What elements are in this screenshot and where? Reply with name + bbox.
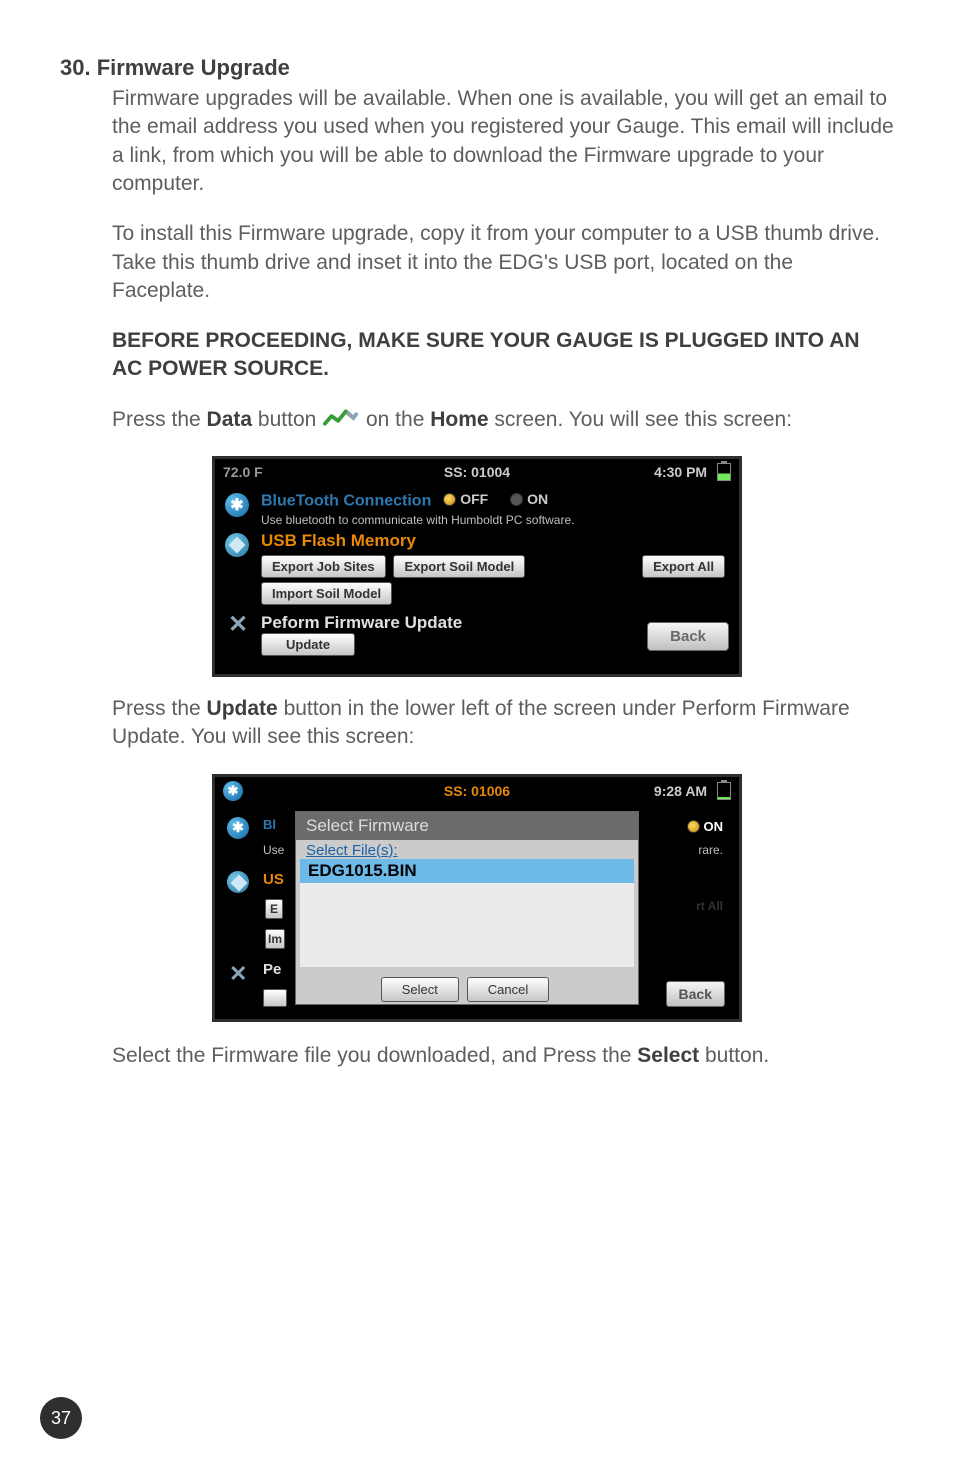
bluetooth-hint: Use bluetooth to communicate with Humbol… [261,513,729,527]
bluetooth-row: ✱ BlueTooth Connection OFF ON Use blueto… [225,491,729,527]
file-list-empty [300,883,634,967]
off-label: OFF [460,491,488,507]
close-x-icon: ✕ [225,615,251,637]
dialog-title: Select Firmware [296,812,638,840]
radio-on-icon [443,493,456,506]
status-temp: 72.0 F [223,464,392,480]
text: Select the Firmware file you downloaded,… [112,1044,637,1067]
radio-off-icon [510,493,523,506]
device-screenshot-1: 72.0 F SS: 01004 4:30 PM ✱ BlueTooth Con… [212,456,742,677]
status-time-wrap-2: 9:28 AM [562,782,731,800]
bg-on-toggle: ON [687,819,724,834]
text: on the [366,408,430,431]
export-all-button[interactable]: Export All [642,555,725,578]
screen-body: ✱ BlueTooth Connection OFF ON Use blueto… [215,485,739,674]
status-ss: SS: 01004 [392,464,561,480]
bg-bluetooth-icon: ✱ [227,817,249,839]
bg-small-button [263,989,287,1007]
text: screen. You will see this screen: [489,408,793,431]
text: Press the [112,408,207,431]
status-time: 4:30 PM [654,464,707,480]
bg-bl: Bl [263,817,276,832]
data-chart-icon [322,404,360,432]
bold-update: Update [207,697,278,720]
battery-icon [717,463,731,481]
export-soil-model-button[interactable]: Export Soil Model [393,555,525,578]
bluetooth-icon: ✱ [225,493,251,517]
device-screenshot-2: ✱ SS: 01006 9:28 AM ✱ Bl ON Use rare. US… [212,774,742,1022]
import-soil-model-button[interactable]: Import Soil Model [261,582,392,605]
paragraph-1: Firmware upgrades will be available. Whe… [112,85,894,198]
warning-line: BEFORE PROCEEDING, MAKE SURE YOUR GAUGE … [112,327,894,382]
bg-pe: Pe [263,961,281,978]
select-button[interactable]: Select [381,977,459,1002]
status-bar: 72.0 F SS: 01004 4:30 PM [215,459,739,485]
update-button[interactable]: Update [261,633,355,656]
on-label-bg: ON [704,819,724,834]
usb-row: USB Flash Memory Export Job Sites Export… [225,531,729,609]
bg-back-button: Back [666,981,725,1007]
section-heading: 30. Firmware Upgrade [60,55,894,81]
bg-e-button: E [265,899,283,919]
bold-data: Data [207,408,253,431]
usb-title: USB Flash Memory [261,531,729,551]
firmware-title: Peform Firmware Update [261,613,462,633]
press-update-line: Press the Update button in the lower lef… [112,695,894,752]
status-bt-icon: ✱ [223,781,392,801]
file-row-selected[interactable]: EDG1015.BIN [300,859,634,883]
page-number-badge: 37 [40,1397,82,1439]
back-button[interactable]: Back [647,622,729,651]
status-time-2: 9:28 AM [654,783,707,799]
text: button. [699,1044,769,1067]
bg-use: Use [263,843,284,857]
bg-us: US [263,871,284,888]
select-firmware-line: Select the Firmware file you downloaded,… [112,1042,894,1070]
bold-home: Home [430,408,488,431]
bg-im-button: Im [265,929,285,949]
dialog-buttons: Select Cancel [296,971,638,1012]
off-toggle[interactable]: OFF [443,491,488,507]
bg-rare: rare. [698,843,723,857]
on-toggle[interactable]: ON [510,491,548,507]
cancel-button[interactable]: Cancel [467,977,549,1002]
bluetooth-title: BlueTooth Connection [261,493,431,510]
press-data-line: Press the Data button on the Home screen… [112,404,894,434]
bg-usb-icon [227,871,249,893]
on-label: ON [527,491,548,507]
dialog-subtitle: Select File(s): [296,840,638,859]
bg-rtall: rt All [696,899,723,913]
status-ss-2: SS: 01006 [392,783,561,799]
export-job-sites-button[interactable]: Export Job Sites [261,555,386,578]
battery-icon-2 [717,782,731,800]
status-time-wrap: 4:30 PM [562,463,731,481]
status-bar-2: ✱ SS: 01006 9:28 AM [215,777,739,805]
bold-select: Select [637,1044,699,1067]
select-firmware-dialog: Select Firmware Select File(s): EDG1015.… [295,811,639,1005]
radio-icon [687,820,700,833]
usb-icon [225,533,251,557]
text: button [252,408,322,431]
firmware-row: ✕ Peform Firmware Update Update Back [225,613,729,660]
bg-x-icon: ✕ [229,961,247,987]
paragraph-2: To install this Firmware upgrade, copy i… [112,220,894,305]
text: Press the [112,697,207,720]
